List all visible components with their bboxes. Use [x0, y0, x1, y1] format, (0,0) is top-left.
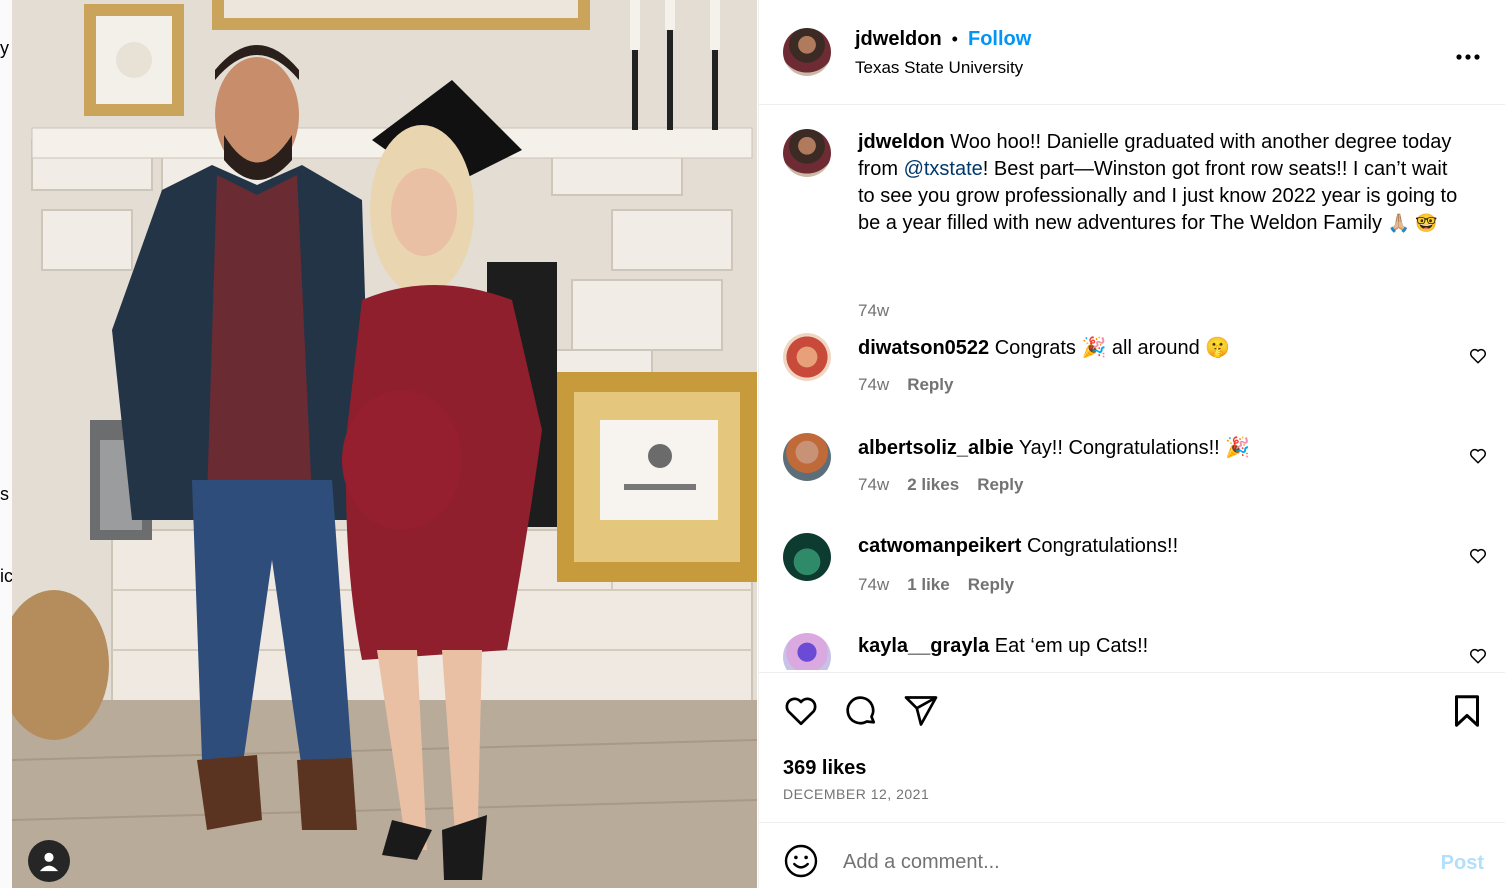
follow-button[interactable]: Follow [968, 28, 1031, 51]
heart-icon [1469, 448, 1487, 464]
reply-button[interactable]: Reply [968, 575, 1014, 595]
post-comment-button[interactable]: Post [1441, 852, 1484, 875]
author-line: jdweldon • Follow [855, 28, 1031, 51]
post-header: jdweldon • Follow Texas State University [759, 0, 1505, 105]
comment-message: Eat ‘em up Cats!! [994, 635, 1149, 657]
share-icon [904, 696, 938, 726]
comment-username-link[interactable]: albertsoliz_albie [858, 437, 1014, 459]
comment-meta: 74w Reply [858, 375, 953, 395]
comment-message: Congrats 🎉 all around 🤫 [994, 337, 1231, 359]
comment-message: Congratulations!! [1026, 535, 1179, 557]
save-button[interactable] [1449, 693, 1485, 734]
comment-message: Yay!! Congratulations!! 🎉 [1018, 437, 1251, 459]
comment-item: catwomanpeikert Congratulations!! 74w 1 … [783, 533, 1487, 623]
post-date[interactable]: DECEMBER 12, 2021 [783, 786, 929, 802]
comment-timestamp[interactable]: 74w [858, 575, 889, 595]
comment-likes-count[interactable]: 1 like [907, 575, 950, 595]
comment-item: kayla__grayla Eat ‘em up Cats!! [783, 633, 1487, 670]
post-photo[interactable] [12, 0, 757, 888]
user-tag-button[interactable] [28, 840, 70, 882]
reply-button[interactable]: Reply [977, 475, 1023, 495]
caption-emojis: 🙏🏼 🤓 [1387, 213, 1438, 233]
likes-count[interactable]: 369 likes [783, 757, 866, 780]
comment-like-button[interactable] [1469, 347, 1487, 370]
more-icon [1456, 54, 1480, 60]
heart-icon [1469, 348, 1487, 364]
reply-button[interactable]: Reply [907, 375, 953, 395]
mention-link[interactable]: @txstate [904, 158, 983, 180]
comment-text: kayla__grayla Eat ‘em up Cats!! [858, 635, 1148, 658]
comment-avatar[interactable] [783, 433, 831, 481]
comments-list[interactable]: jdweldon Woo hoo!! Danielle graduated wi… [759, 105, 1505, 670]
comment-timestamp[interactable]: 74w [858, 475, 889, 495]
comment-text: catwomanpeikert Congratulations!! [858, 535, 1178, 558]
bookmark-icon [1455, 695, 1479, 727]
emoji-icon [784, 844, 818, 878]
post-details-panel: jdweldon • Follow Texas State University… [758, 0, 1505, 888]
comment-text: albertsoliz_albie Yay!! Congratulations!… [858, 435, 1250, 460]
caption-timestamp[interactable]: 74w [858, 301, 889, 321]
comment-item: albertsoliz_albie Yay!! Congratulations!… [783, 433, 1487, 523]
comment-avatar[interactable] [783, 533, 831, 581]
comment-input[interactable] [841, 843, 1405, 881]
heart-icon [785, 697, 817, 726]
comment-text: diwatson0522 Congrats 🎉 all around 🤫 [858, 335, 1230, 360]
backdrop-text-fragment: s [0, 484, 9, 504]
caption-avatar[interactable] [783, 129, 831, 177]
comment-item: diwatson0522 Congrats 🎉 all around 🤫 74w… [783, 333, 1487, 423]
comment-like-button[interactable] [1469, 647, 1487, 670]
comment-username-link[interactable]: kayla__grayla [858, 635, 989, 657]
caption-username-link[interactable]: jdweldon [858, 131, 945, 153]
comment-avatar[interactable] [783, 333, 831, 381]
user-tag-icon [39, 852, 59, 872]
location-link[interactable]: Texas State University [855, 58, 1023, 78]
photo-illustration [12, 0, 757, 888]
separator-dot: • [951, 29, 958, 49]
comment-username-link[interactable]: catwomanpeikert [858, 535, 1021, 557]
caption-text: jdweldon Woo hoo!! Danielle graduated wi… [858, 129, 1458, 237]
comment-like-button[interactable] [1469, 547, 1487, 570]
comment-icon [846, 696, 876, 725]
backdrop-text-fragment: y [0, 38, 9, 58]
comment-meta: 74w 2 likes Reply [858, 475, 1023, 495]
heart-icon [1469, 648, 1487, 664]
comment-username-link[interactable]: diwatson0522 [858, 337, 989, 359]
author-username-link[interactable]: jdweldon [855, 28, 942, 51]
share-button[interactable] [903, 693, 939, 734]
post-actions: 369 likes DECEMBER 12, 2021 [759, 672, 1505, 823]
like-button[interactable] [783, 693, 819, 734]
comment-avatar[interactable] [783, 633, 831, 670]
comment-meta: 74w 1 like Reply [858, 575, 1014, 595]
comment-likes-count[interactable]: 2 likes [907, 475, 959, 495]
comment-composer: Post [759, 822, 1505, 889]
comment-button[interactable] [843, 693, 879, 734]
emoji-picker-button[interactable] [783, 843, 819, 884]
author-avatar[interactable] [783, 28, 831, 76]
comment-like-button[interactable] [1469, 447, 1487, 470]
modal-backdrop[interactable]: y s ic [0, 0, 13, 888]
comment-timestamp[interactable]: 74w [858, 375, 889, 395]
more-options-button[interactable] [1456, 36, 1480, 67]
heart-icon [1469, 548, 1487, 564]
